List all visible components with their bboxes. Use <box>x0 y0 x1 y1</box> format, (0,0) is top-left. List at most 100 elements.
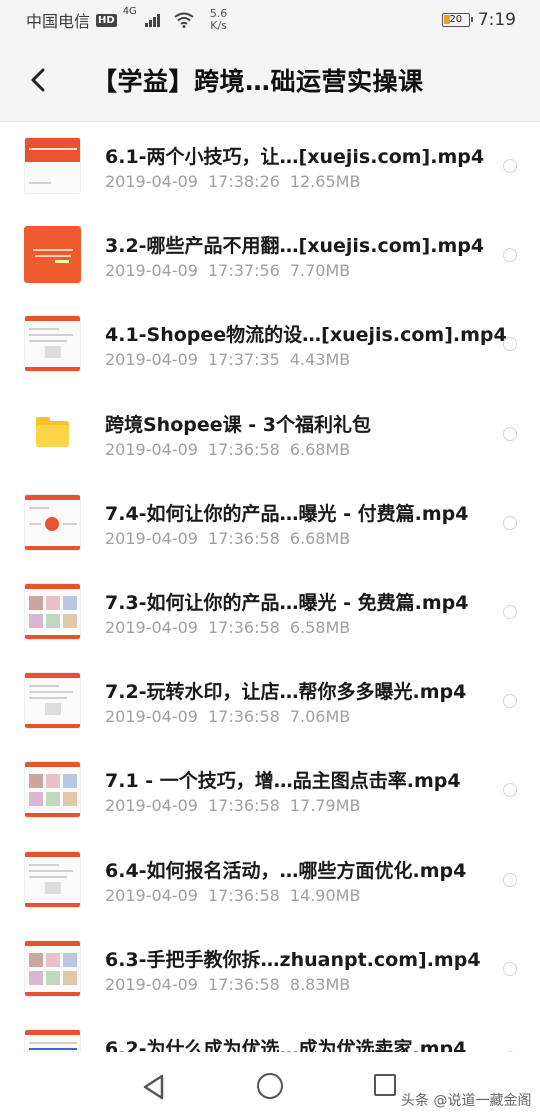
select-radio[interactable] <box>503 604 517 619</box>
file-size: 6.68MB <box>289 439 351 459</box>
file-date: 2019-04-09 <box>105 885 198 905</box>
file-list: 6.1-两个小技巧，让…[xuejis.com].mp4 2019-04-09 17… <box>0 122 540 1052</box>
file-date: 2019-04-09 <box>105 617 198 637</box>
video-thumbnail <box>24 226 81 284</box>
file-name: 6.1-两个小技巧，让…[xuejis.com].mp4 <box>105 146 485 168</box>
hd-badge: HD <box>96 13 117 27</box>
file-time: 17:37:56 <box>207 261 280 281</box>
file-row[interactable]: 6.4-如何报名活动，…哪些方面优化.mp4 2019-04-09 17:36:58… <box>0 836 540 925</box>
file-name: 6.3-手把手教你拆…zhuanpt.com].mp4 <box>105 948 481 971</box>
net-speed: 5.6 K/s <box>210 8 228 32</box>
file-size: 6.68MB <box>289 528 351 548</box>
file-row[interactable]: 6.3-手把手教你拆…zhuanpt.com].mp4 2019-04-09 17:… <box>0 925 540 1014</box>
file-size: 17.79MB <box>289 796 361 816</box>
video-thumbnail <box>24 939 81 997</box>
net-speed-unit: K/s <box>210 19 227 32</box>
file-date: 2019-04-09 <box>105 261 198 281</box>
file-time: 17:36:58 <box>207 707 280 727</box>
select-radio[interactable] <box>503 872 517 887</box>
file-meta: 2019-04-09 17:38:26 12.65MB <box>105 172 370 191</box>
video-thumbnail <box>24 137 81 194</box>
file-time: 17:38:26 <box>207 172 280 191</box>
file-row[interactable]: 7.1 - 一个技巧，增…品主图点击率.mp4 2019-04-09 17:36:5… <box>0 746 540 835</box>
select-radio[interactable] <box>503 426 517 441</box>
video-thumbnail <box>24 493 81 551</box>
file-meta: 2019-04-09 17:36:58 7.06MB <box>105 707 360 726</box>
select-radio[interactable] <box>503 248 517 263</box>
video-thumbnail <box>24 315 81 373</box>
file-name: 6.2-为什么成为优选…成为优选卖家.mp4 <box>105 1037 467 1052</box>
select-radio[interactable] <box>503 337 517 352</box>
select-radio[interactable] <box>503 783 517 798</box>
file-meta: 2019-04-09 17:36:58 6.58MB <box>105 618 360 637</box>
wifi-icon <box>174 12 194 28</box>
file-meta: 2019-04-09 17:36:58 6.68MB <box>105 440 360 459</box>
file-time: 17:36:58 <box>207 617 280 637</box>
file-name: 7.3-如何让你的产品…曝光 - 免费篇.mp4 <box>105 591 469 614</box>
nav-home-icon[interactable] <box>257 1073 283 1099</box>
file-date: 2019-04-09 <box>105 350 198 370</box>
select-radio[interactable] <box>503 694 517 709</box>
file-time: 17:36:58 <box>207 439 280 459</box>
file-time: 17:36:58 <box>207 885 280 905</box>
signal-icon <box>144 13 160 27</box>
battery-icon: 20 <box>441 13 473 27</box>
file-date: 2019-04-09 <box>105 707 198 727</box>
nav-back-icon[interactable] <box>141 1074 167 1100</box>
battery-level: 20 <box>449 14 463 25</box>
file-size: 8.83MB <box>289 974 351 994</box>
file-meta: 2019-04-09 17:36:58 14.90MB <box>105 886 370 905</box>
status-left: 中国电信 HD 4G 5.6 K/s <box>26 6 228 32</box>
file-date: 2019-04-09 <box>105 528 198 548</box>
watermark: 头条 @说道一藏金阁 <box>401 1093 532 1109</box>
file-date: 2019-04-09 <box>105 796 198 816</box>
file-name: 7.1 - 一个技巧，增…品主图点击率.mp4 <box>105 770 461 793</box>
network-type: 4G <box>122 6 137 17</box>
file-name: 4.1-Shopee物流的设…[xuejis.com].mp4 <box>105 324 507 347</box>
clock: 7:19 <box>477 10 516 30</box>
file-row[interactable]: 跨境Shopee课 - 3个福利礼包 2019-04-09 17:36:58 6.68… <box>0 390 540 479</box>
file-meta: 2019-04-09 17:37:35 4.43MB <box>105 350 360 369</box>
back-button[interactable] <box>20 62 56 98</box>
file-row[interactable]: 7.4-如何让你的产品…曝光 - 付费篇.mp4 2019-04-09 17:36:… <box>0 479 540 568</box>
file-date: 2019-04-09 <box>105 439 198 459</box>
file-size: 7.06MB <box>289 707 351 727</box>
file-name: 6.4-如何报名活动，…哪些方面优化.mp4 <box>105 859 467 882</box>
select-radio[interactable] <box>503 515 517 530</box>
file-time: 17:36:58 <box>207 974 280 994</box>
carrier-label: 中国电信 <box>26 12 91 31</box>
file-date: 2019-04-09 <box>105 172 198 191</box>
file-row[interactable]: 7.3-如何让你的产品…曝光 - 免费篇.mp4 2019-04-09 17:36:… <box>0 568 540 657</box>
folder-icon <box>24 405 81 462</box>
video-thumbnail <box>24 672 81 730</box>
video-thumbnail <box>24 582 81 640</box>
page-title: 【学益】跨境…础运营实操课 <box>92 67 424 96</box>
file-time: 17:37:35 <box>207 350 280 370</box>
video-thumbnail <box>24 761 81 819</box>
file-name: 跨境Shopee课 - 3个福利礼包 <box>105 413 371 436</box>
select-radio[interactable] <box>503 961 517 976</box>
file-size: 4.43MB <box>289 350 351 370</box>
file-time: 17:36:58 <box>207 796 280 816</box>
file-name: 3.2-哪些产品不用翻…[xuejis.com].mp4 <box>105 235 485 258</box>
system-nav-bar: 头条 @说道一藏金阁 <box>0 1052 540 1120</box>
file-row[interactable]: 6.2-为什么成为优选…成为优选卖家.mp42019-04-0917:36:58 <box>0 1014 540 1052</box>
video-thumbnail <box>24 1028 81 1052</box>
file-size: 7.70MB <box>289 261 351 281</box>
chevron-left-icon <box>31 68 45 92</box>
file-meta: 2019-04-09 17:37:56 7.70MB <box>105 261 360 280</box>
file-row[interactable]: 3.2-哪些产品不用翻…[xuejis.com].mp4 2019-04-09 17… <box>0 211 540 300</box>
file-size: 6.58MB <box>289 617 351 637</box>
file-size: 12.65MB <box>289 172 361 191</box>
file-meta: 2019-04-09 17:36:58 17.79MB <box>105 796 370 815</box>
video-thumbnail <box>24 850 81 908</box>
file-row[interactable]: 6.1-两个小技巧，让…[xuejis.com].mp4 2019-04-09 17… <box>0 122 540 211</box>
select-radio[interactable] <box>503 159 517 173</box>
status-right: 20 7:19 <box>441 10 516 30</box>
file-time: 17:36:58 <box>207 528 280 548</box>
file-row[interactable]: 7.2-玩转水印，让店…帮你多多曝光.mp4 2019-04-09 17:36:58… <box>0 657 540 746</box>
file-date: 2019-04-09 <box>105 974 198 994</box>
file-row[interactable]: 4.1-Shopee物流的设…[xuejis.com].mp4 2019-04-0… <box>0 300 540 389</box>
nav-recent-icon[interactable] <box>374 1074 396 1096</box>
status-bar: 中国电信 HD 4G 5.6 K/s 20 7:19 <box>0 0 540 40</box>
